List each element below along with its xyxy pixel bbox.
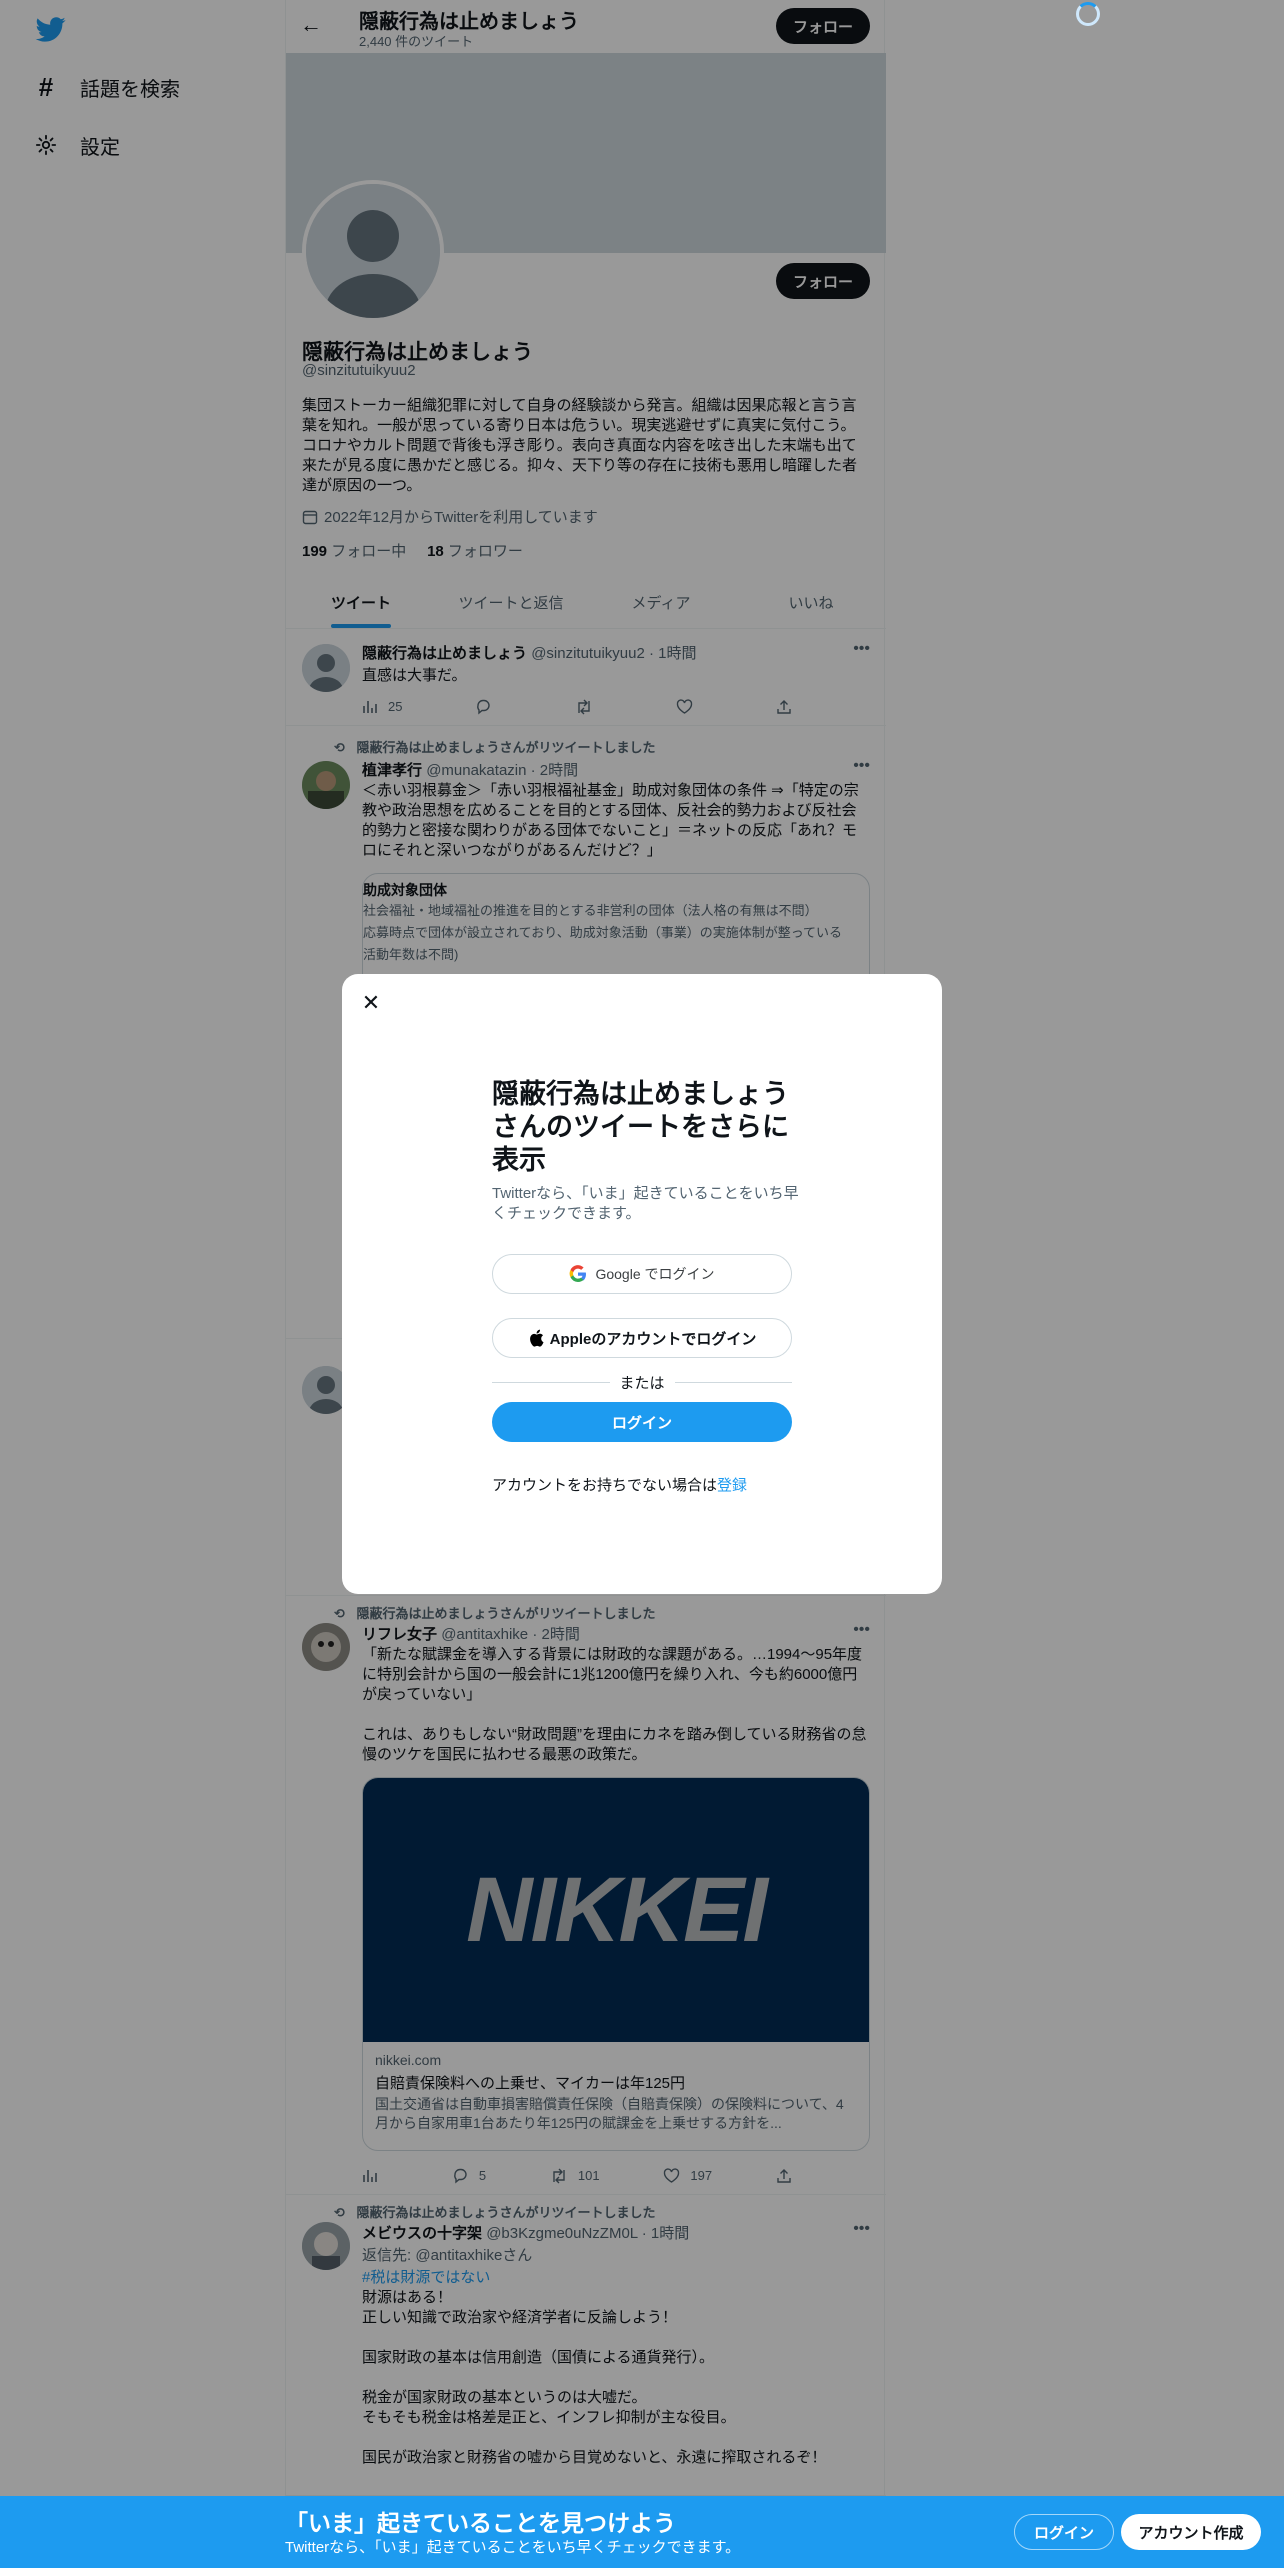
signup-link[interactable]: 登録 [717, 1477, 747, 1494]
bottom-signup-bar: 「いま」起きていることを見つけよう Twitterなら、「いま」起きていることを… [0, 2496, 1284, 2568]
bottom-bar-title: 「いま」起きていることを見つけよう [285, 2510, 676, 2536]
google-login-button[interactable]: Google でログイン [492, 1254, 792, 1294]
login-prompt-modal: ✕ 隠蔽行為は止めましょうさんのツイートをさらに表示 Twitterなら、「いま… [342, 974, 942, 1594]
google-icon [570, 1265, 587, 1283]
loading-spinner-icon [1076, 2, 1100, 26]
modal-title: 隠蔽行為は止めましょうさんのツイートをさらに表示 [492, 1079, 789, 1175]
apple-login-label: Appleのアカウントでログイン [549, 1330, 757, 1348]
or-divider: または [492, 1372, 793, 1393]
bottom-login-button[interactable]: ログイン [1014, 2514, 1114, 2550]
modal-login-button[interactable]: ログイン [492, 1402, 792, 1442]
apple-icon [529, 1329, 544, 1347]
google-login-label: Google でログイン [595, 1266, 715, 1282]
close-icon[interactable]: ✕ [354, 986, 388, 1020]
apple-login-button[interactable]: Appleのアカウントでログイン [492, 1318, 792, 1358]
bottom-signup-button[interactable]: アカウント作成 [1121, 2514, 1261, 2550]
bottom-bar-subtitle: Twitterなら、「いま」起きていることをいち早くチェックできます。 [285, 2539, 741, 2556]
signup-prompt: アカウントをお持ちでない場合は登録 [492, 1474, 747, 1495]
page: # 話題を検索 設定 ← 隠蔽行為は止めましょう 2,440 件のツイート フォ… [0, 0, 1284, 2568]
signup-prefix: アカウントをお持ちでない場合は [492, 1477, 718, 1494]
modal-description: Twitterなら、「いま」起きていることをいち早くチェックできます。 [492, 1185, 799, 1222]
or-label: または [619, 1375, 665, 1392]
